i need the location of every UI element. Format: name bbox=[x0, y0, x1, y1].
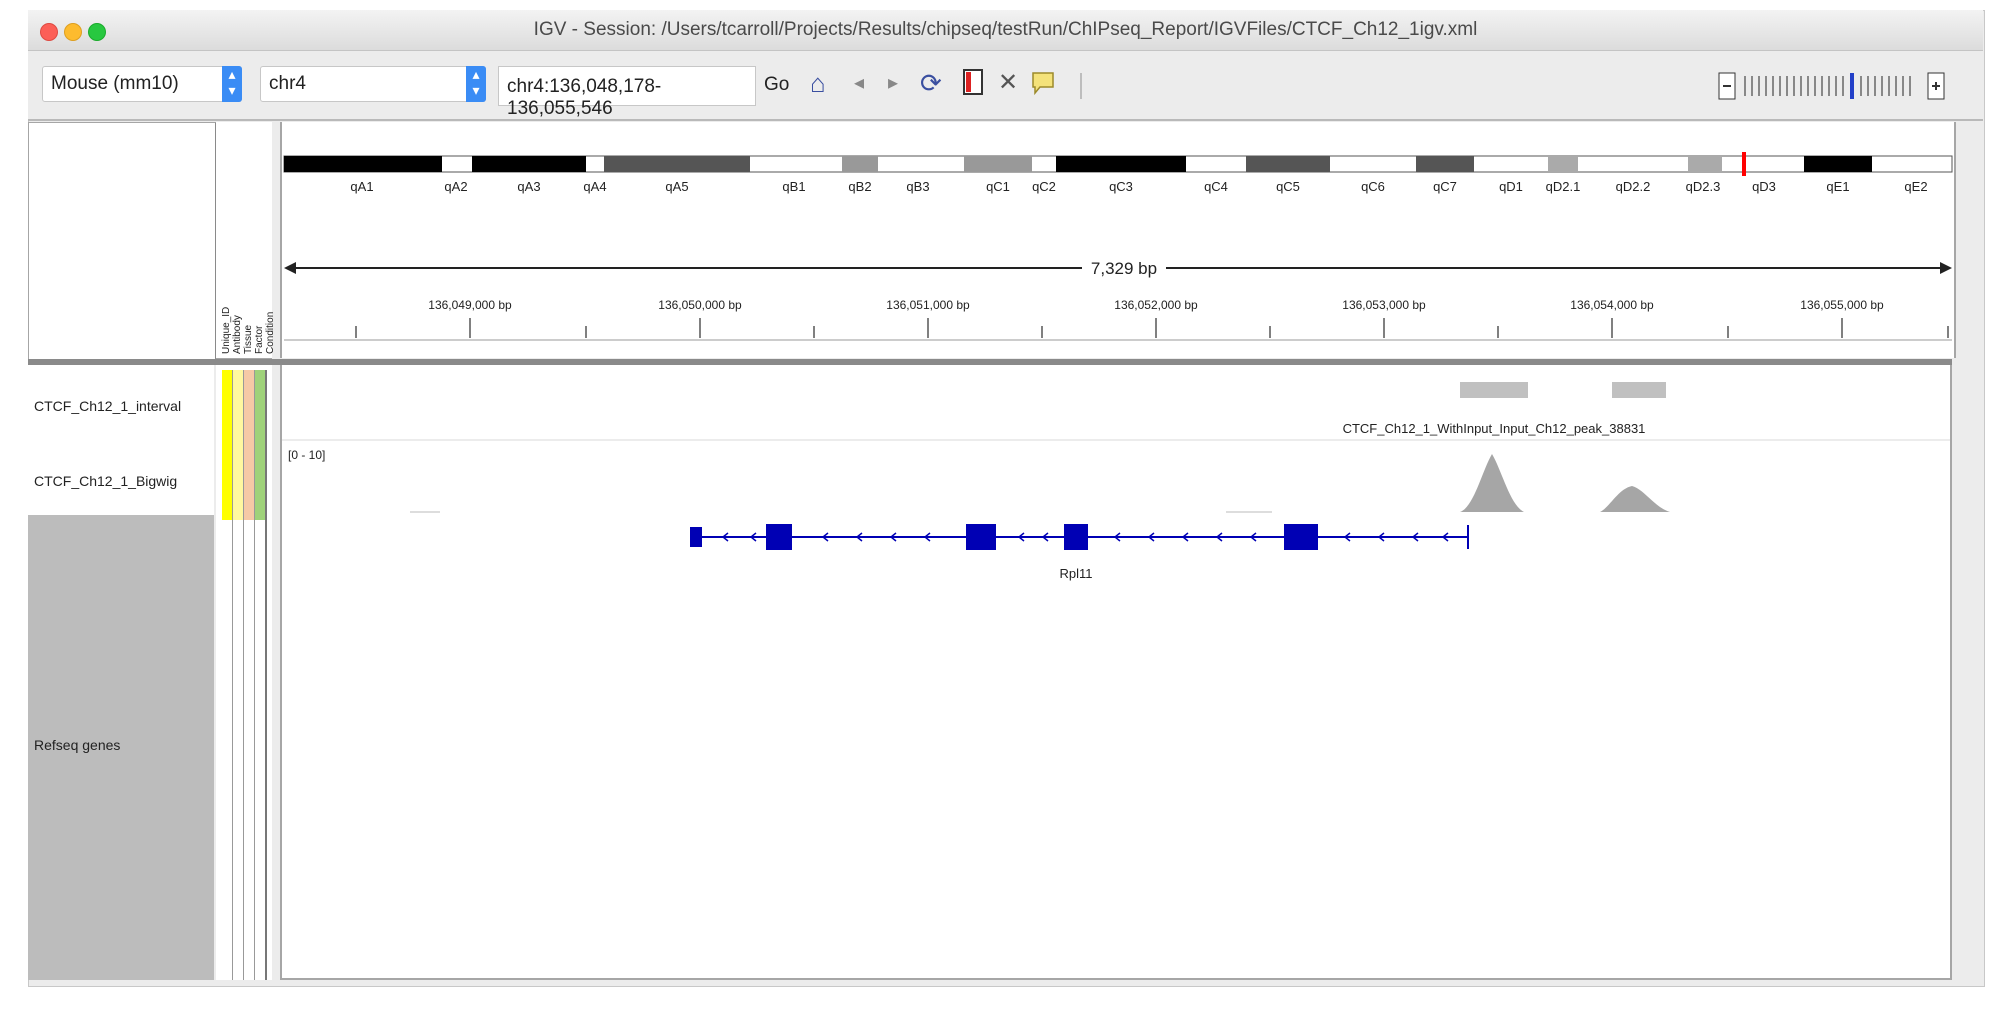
toolbar-separator bbox=[1080, 73, 1082, 99]
attribute-panel bbox=[216, 365, 272, 980]
ruler-span-label: 7,329 bp bbox=[1091, 259, 1157, 278]
home-icon[interactable]: ⌂ bbox=[810, 67, 826, 99]
ideogram-band-label: qA1 bbox=[350, 179, 373, 194]
gene-label: Rpl11 bbox=[1059, 566, 1092, 581]
attribute-panel-header: Unique_ID Antibody Tissue Factor Conditi… bbox=[216, 122, 276, 359]
ideogram-band-label: qA4 bbox=[583, 179, 606, 194]
region-of-interest-icon[interactable] bbox=[962, 67, 984, 104]
ruler-span: 7,329 bp bbox=[284, 259, 1952, 278]
chromosome-dropdown-value: chr4 bbox=[269, 73, 306, 94]
ideogram-band-label: qC5 bbox=[1276, 179, 1300, 194]
track-name-refseq[interactable]: Refseq genes bbox=[34, 737, 120, 753]
dropdown-arrow-icon: ▴ ▾ bbox=[466, 66, 486, 102]
ideogram-band-label: qB3 bbox=[906, 179, 929, 194]
zoom-level-indicator[interactable] bbox=[1850, 73, 1854, 99]
attribute-header-unique-id[interactable]: Unique_ID bbox=[221, 307, 232, 354]
chromosome-ideogram[interactable] bbox=[283, 152, 1953, 176]
genome-dropdown-value: Mouse (mm10) bbox=[51, 73, 179, 94]
ruler-tick-label: 136,053,000 bp bbox=[1342, 298, 1426, 312]
attribute-column-divider bbox=[232, 370, 233, 980]
ideogram-band-label: qC6 bbox=[1361, 179, 1385, 194]
refresh-icon[interactable]: ⟳ bbox=[920, 67, 942, 99]
attribute-column-divider bbox=[254, 370, 255, 980]
track-name-interval[interactable]: CTCF_Ch12_1_interval bbox=[34, 398, 181, 414]
ideogram-band-label: qD2.2 bbox=[1616, 179, 1651, 194]
ideogram-band-label: qD2.1 bbox=[1546, 179, 1581, 194]
attribute-header-factor[interactable]: Factor bbox=[254, 326, 265, 354]
window-title: IGV - Session: /Users/tcarroll/Projects/… bbox=[533, 19, 1478, 40]
ideogram-band-label: qC4 bbox=[1204, 179, 1228, 194]
track-name-bigwig[interactable]: CTCF_Ch12_1_Bigwig bbox=[34, 473, 177, 489]
zoom-ticks bbox=[1744, 76, 1911, 96]
ideogram-band-label: qB2 bbox=[848, 179, 871, 194]
data-panel: CTCF_Ch12_1_WithInput_Input_Ch12_peak_38… bbox=[280, 365, 1952, 980]
attribute-header-tissue[interactable]: Tissue bbox=[243, 325, 254, 354]
ruler-tick-label: 136,054,000 bp bbox=[1570, 298, 1654, 312]
feature-name-panel: Refseq genes bbox=[28, 515, 214, 980]
track-name-panel: CTCF_Ch12_1_interval CTCF_Ch12_1_Bigwig bbox=[28, 365, 214, 515]
ideogram-band-label: qD1 bbox=[1499, 179, 1523, 194]
interval-feature[interactable] bbox=[1460, 382, 1528, 398]
attribute-column-divider bbox=[243, 370, 244, 980]
popup-info-icon[interactable] bbox=[1030, 67, 1056, 104]
ideogram-band-label: qC3 bbox=[1109, 179, 1133, 194]
ruler-tick-label: 136,050,000 bp bbox=[658, 298, 742, 312]
header-data-panel: qA1 qA2 qA3 qA4 qA5 qB1 qB2 qB3 qC1 qC2 … bbox=[280, 122, 1956, 358]
back-arrow-icon[interactable]: ◂ bbox=[854, 67, 864, 99]
attribute-cell-unique-id[interactable] bbox=[222, 370, 232, 520]
ideogram-band-label: qE1 bbox=[1826, 179, 1849, 194]
current-region-marker bbox=[1742, 152, 1746, 176]
chromosome-dropdown[interactable]: chr4 ▴ ▾ bbox=[260, 66, 486, 102]
zoom-in-icon[interactable] bbox=[1927, 72, 1945, 100]
ideogram-band-label: qC7 bbox=[1433, 179, 1457, 194]
ruler-tick-label: 136,055,000 bp bbox=[1800, 298, 1884, 312]
attribute-header-condition[interactable]: Condition bbox=[265, 312, 276, 354]
ideogram-band-label: qD2.3 bbox=[1686, 179, 1721, 194]
ruler-tick-label: 136,051,000 bp bbox=[886, 298, 970, 312]
bigwig-track[interactable]: [0 - 10] bbox=[288, 448, 1670, 513]
ideogram-band-label: qA5 bbox=[665, 179, 688, 194]
interval-feature[interactable] bbox=[1612, 382, 1666, 398]
name-panel-header bbox=[28, 122, 217, 360]
attribute-cell-antibody[interactable] bbox=[233, 370, 243, 520]
ideogram-band-label: qB1 bbox=[782, 179, 805, 194]
bigwig-data-range: [0 - 10] bbox=[288, 448, 325, 462]
refseq-gene-rpl11[interactable]: Rpl11 bbox=[690, 524, 1469, 581]
title-bar: IGV - Session: /Users/tcarroll/Projects/… bbox=[28, 10, 1983, 51]
locus-input[interactable]: chr4:136,048,178-136,055,546 bbox=[498, 66, 756, 119]
attribute-header-antibody[interactable]: Antibody bbox=[232, 315, 243, 354]
genomic-ruler[interactable]: 136,049,000 bp 136,050,000 bp 136,051,00… bbox=[284, 298, 1952, 341]
forward-arrow-icon[interactable]: ▸ bbox=[888, 67, 898, 99]
ruler-tick-label: 136,049,000 bp bbox=[428, 298, 512, 312]
ideogram-band-label: qC2 bbox=[1032, 179, 1056, 194]
toolbar: Mouse (mm10) ▴ ▾ chr4 ▴ ▾ chr4:136,048,178… bbox=[28, 51, 1983, 121]
zoom-slider[interactable] bbox=[1718, 71, 1948, 101]
resize-tracks-icon[interactable]: ✕ bbox=[998, 67, 1018, 99]
ideogram-band-label: qA2 bbox=[444, 179, 467, 194]
dropdown-arrow-icon: ▴ ▾ bbox=[222, 66, 242, 102]
ideogram-band-label: qA3 bbox=[517, 179, 540, 194]
coverage-peak bbox=[1600, 486, 1670, 512]
attribute-cell-factor[interactable] bbox=[255, 370, 265, 520]
ideogram-band-label: qD3 bbox=[1752, 179, 1776, 194]
attribute-cell-tissue[interactable] bbox=[244, 370, 254, 520]
ruler-tick-label: 136,052,000 bp bbox=[1114, 298, 1198, 312]
interval-track[interactable]: CTCF_Ch12_1_WithInput_Input_Ch12_peak_38… bbox=[1343, 382, 1666, 436]
coverage-peak bbox=[1460, 454, 1524, 512]
ideogram-band-label: qE2 bbox=[1904, 179, 1927, 194]
zoom-out-icon[interactable] bbox=[1718, 72, 1736, 100]
attribute-column-divider bbox=[265, 370, 267, 980]
interval-feature-label: CTCF_Ch12_1_WithInput_Input_Ch12_peak_38… bbox=[1343, 421, 1646, 436]
genome-dropdown[interactable]: Mouse (mm10) ▴ ▾ bbox=[42, 66, 242, 102]
go-button[interactable]: Go bbox=[764, 74, 789, 96]
ideogram-band-label: qC1 bbox=[986, 179, 1010, 194]
